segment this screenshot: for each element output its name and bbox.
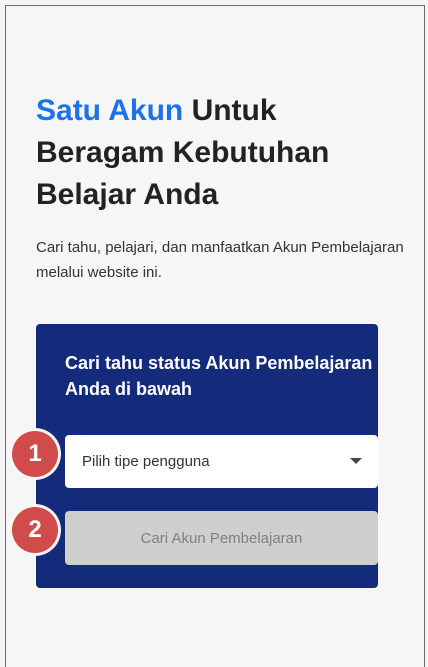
caret-down-icon [350, 458, 362, 464]
card-title: Cari tahu status Akun Pembelajaran Anda … [65, 353, 373, 399]
headline-line2: Beragam Kebutuhan [36, 136, 330, 169]
page-headline: Satu Akun Untuk Beragam Kebutuhan Belaja… [36, 90, 396, 216]
step-badge-1: 1 [12, 431, 58, 477]
page-description: Cari tahu, pelajari, dan manfaatkan Akun… [36, 239, 404, 281]
phone-frame: Satu Akun Untuk Beragam Kebutuhan Belaja… [5, 5, 425, 667]
search-account-button[interactable]: Cari Akun Pembelajaran [65, 511, 378, 565]
user-type-select[interactable]: Pilih tipe pengguna [65, 435, 378, 488]
step-badge-2: 2 [12, 507, 58, 553]
user-type-select-label: Pilih tipe pengguna [82, 453, 210, 470]
search-account-button-label: Cari Akun Pembelajaran [140, 529, 303, 547]
account-status-card: Cari tahu status Akun Pembelajaran Anda … [36, 324, 378, 588]
headline-line3: Belajar Anda [36, 178, 219, 211]
headline-accent: Satu Akun [36, 94, 184, 127]
headline-line1-rest: Untuk [183, 94, 277, 127]
